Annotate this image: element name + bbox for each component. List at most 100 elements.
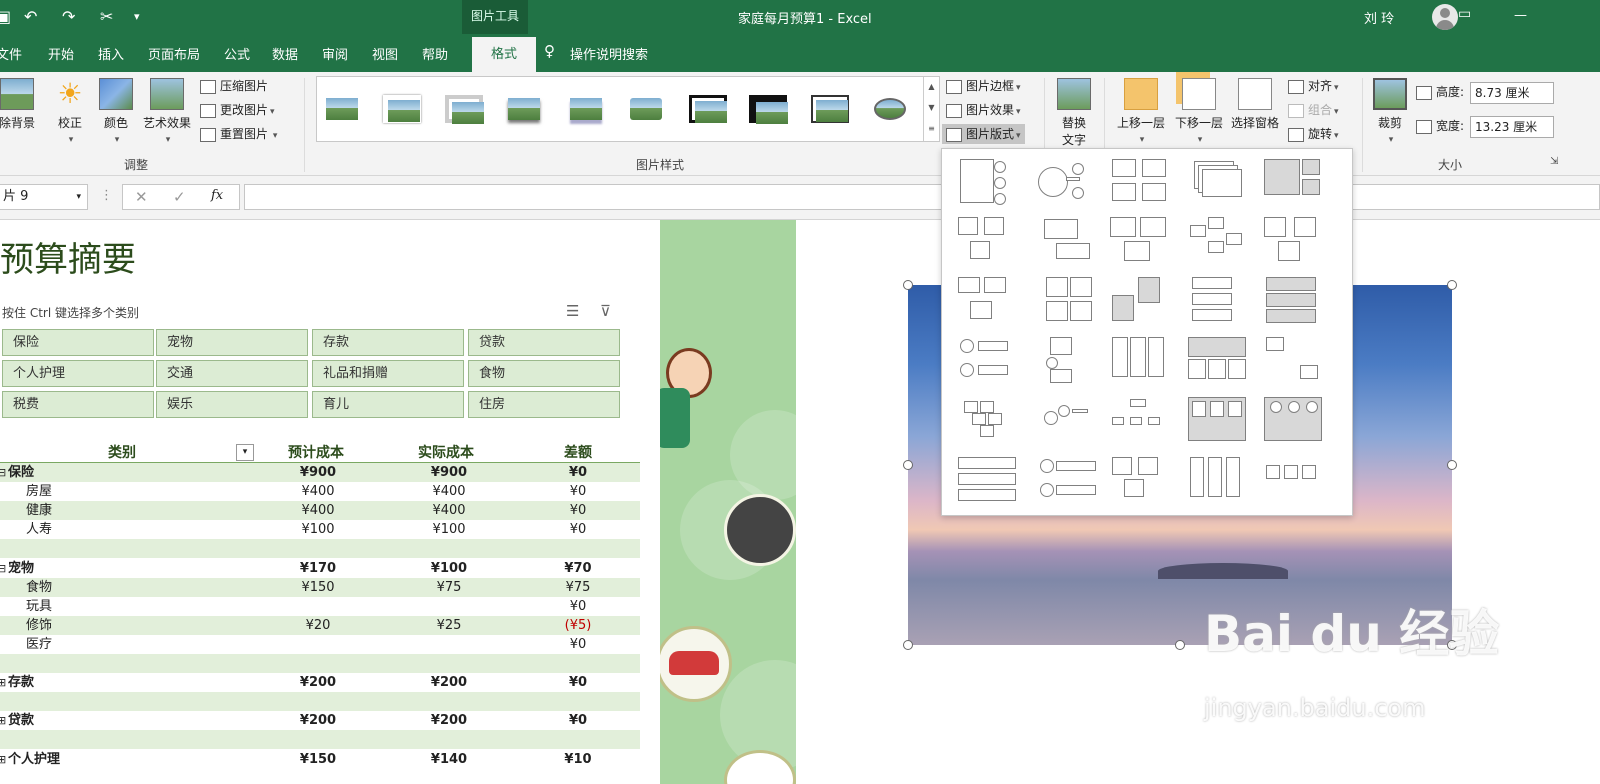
table-row[interactable]: ⊟ 宠物 ¥170 ¥100 ¥70 (0, 559, 640, 578)
width-input[interactable]: 13.23 厘米 (1470, 116, 1554, 138)
reset-picture-button[interactable]: 重置图片 ▾ (200, 124, 277, 144)
slicer-item[interactable]: 娱乐 (156, 391, 308, 418)
picture-layout-option[interactable] (1038, 275, 1102, 325)
style-thumbnail[interactable] (749, 95, 788, 124)
picture-layout-option[interactable] (956, 335, 1020, 385)
compress-pictures-button[interactable]: 压缩图片 (200, 76, 268, 96)
picture-layout-option[interactable] (1186, 455, 1250, 505)
user-name[interactable]: 刘 玲 (1364, 8, 1394, 27)
size-dialog-launcher-icon[interactable]: ⇲ (1550, 156, 1558, 167)
align-button[interactable]: 对齐 ▾ (1288, 76, 1339, 96)
cancel-icon[interactable]: ✕ (135, 188, 148, 206)
picture-layout-option[interactable] (1186, 335, 1250, 385)
picture-layout-option[interactable] (1186, 395, 1250, 445)
picture-layout-option[interactable] (1108, 335, 1172, 385)
filter-dropdown-icon[interactable]: ▾ (236, 444, 254, 461)
picture-layout-option[interactable] (1262, 455, 1326, 505)
selection-pane-button[interactable]: 选择窗格 (1228, 78, 1282, 131)
table-row[interactable]: ⊞ 存款 ¥200 ¥200 ¥0 (0, 673, 640, 692)
style-thumbnail[interactable] (811, 95, 849, 123)
crop-button[interactable]: 裁剪 ▾ (1370, 78, 1410, 145)
avatar[interactable] (1432, 4, 1458, 30)
collapse-icon[interactable]: ⊟ (0, 559, 6, 578)
picture-layout-option[interactable] (1186, 215, 1250, 265)
table-spacer-row[interactable] (0, 654, 640, 673)
picture-layout-option[interactable] (1108, 395, 1172, 445)
style-thumbnail[interactable] (505, 95, 543, 123)
resize-handle[interactable] (1175, 640, 1185, 650)
picture-layout-option[interactable] (1262, 275, 1326, 325)
style-thumbnail[interactable] (323, 95, 361, 123)
slicer-item[interactable]: 礼品和捐赠 (312, 360, 464, 387)
cut-icon[interactable]: ✂ (100, 7, 113, 26)
resize-handle[interactable] (903, 640, 913, 650)
customize-qat-icon[interactable]: ▾ (134, 10, 140, 23)
style-thumbnail[interactable] (383, 95, 421, 123)
picture-layout-option[interactable] (1038, 395, 1102, 445)
table-spacer-row[interactable] (0, 539, 640, 559)
formula-input[interactable] (244, 184, 1600, 210)
slicer-item[interactable]: 保险 (2, 329, 154, 356)
picture-layout-option[interactable] (1038, 215, 1102, 265)
picture-layout-option[interactable] (1108, 215, 1172, 265)
picture-layout-button[interactable]: 图片版式 ▾ (942, 124, 1025, 144)
enter-icon[interactable]: ✓ (173, 188, 186, 206)
remove-background-button[interactable]: 除背景 (0, 78, 38, 131)
picture-layout-option[interactable] (1038, 157, 1102, 207)
gallery-more-icon[interactable]: ≡ (923, 119, 939, 141)
table-row[interactable]: 修饰 ¥20 ¥25 (¥5) (0, 615, 640, 635)
minimize-icon[interactable]: — (1514, 8, 1527, 23)
picture-layout-option[interactable] (1262, 215, 1326, 265)
picture-layout-option[interactable] (956, 215, 1020, 265)
expand-icon[interactable]: ⊞ (0, 750, 6, 769)
slicer-item[interactable]: 税费 (2, 391, 154, 418)
tab-view[interactable]: 视图 (372, 44, 398, 63)
picture-layout-option[interactable] (956, 395, 1020, 445)
picture-layout-option[interactable] (1186, 275, 1250, 325)
tab-review[interactable]: 审阅 (322, 44, 348, 63)
slicer-item[interactable]: 宠物 (156, 329, 308, 356)
tab-format[interactable]: 格式 (472, 37, 536, 72)
style-thumbnail[interactable] (567, 95, 605, 123)
gallery-down-icon[interactable]: ▼ (923, 98, 939, 119)
redo-icon[interactable]: ↷ (62, 7, 75, 26)
slicer-item[interactable]: 个人护理 (2, 360, 154, 387)
group-button[interactable]: 组合 ▾ (1288, 100, 1339, 120)
change-picture-button[interactable]: 更改图片 ▾ (200, 100, 275, 120)
insert-function-icon[interactable]: fx (211, 188, 223, 203)
color-button[interactable]: 颜色 ▾ (98, 78, 134, 145)
picture-layout-option[interactable] (956, 275, 1020, 325)
table-row[interactable]: ⊞ 贷款 ¥200 ¥200 ¥0 (0, 711, 640, 730)
tell-me-search[interactable]: 操作说明搜索 (570, 44, 648, 63)
collapse-icon[interactable]: ⊟ (0, 463, 6, 482)
alt-text-button[interactable]: 替换 文字 (1054, 78, 1094, 148)
table-row[interactable]: 食物 ¥150 ¥75 ¥75 (0, 577, 640, 597)
style-thumbnail[interactable] (445, 95, 484, 124)
height-input[interactable]: 8.73 厘米 (1470, 82, 1554, 104)
bring-forward-button[interactable]: 上移一层 ▾ (1114, 78, 1168, 145)
slicer-item[interactable]: 育儿 (312, 391, 464, 418)
picture-layout-option[interactable] (1262, 157, 1326, 207)
name-box-dropdown-icon[interactable]: ▾ (76, 185, 81, 209)
table-spacer-row[interactable] (0, 730, 640, 750)
slicer-item[interactable]: 交通 (156, 360, 308, 387)
tab-page-layout[interactable]: 页面布局 (148, 44, 200, 63)
picture-effects-button[interactable]: 图片效果 ▾ (946, 100, 1021, 120)
resize-handle[interactable] (1447, 280, 1457, 290)
table-spacer-row[interactable] (0, 692, 640, 712)
undo-icon[interactable]: ↶ (24, 7, 37, 26)
tab-data[interactable]: 数据 (272, 44, 298, 63)
rotate-button[interactable]: 旋转 ▾ (1288, 124, 1339, 144)
slicer-item[interactable]: 贷款 (468, 329, 620, 356)
table-row[interactable]: 玩具 ¥0 (0, 597, 640, 616)
picture-border-button[interactable]: 图片边框 ▾ (946, 76, 1021, 96)
resize-handle[interactable] (903, 460, 913, 470)
picture-layout-option[interactable] (1262, 335, 1326, 385)
artistic-effects-button[interactable]: 艺术效果 ▾ (140, 78, 194, 145)
table-row[interactable]: ⊞ 个人护理 ¥150 ¥140 ¥10 (0, 750, 640, 769)
slicer-item[interactable]: 住房 (468, 391, 620, 418)
picture-layout-option[interactable] (1038, 455, 1102, 505)
picture-layout-option[interactable] (1186, 157, 1250, 207)
save-icon[interactable]: ▣ (0, 7, 11, 26)
picture-layout-option[interactable] (956, 455, 1020, 505)
